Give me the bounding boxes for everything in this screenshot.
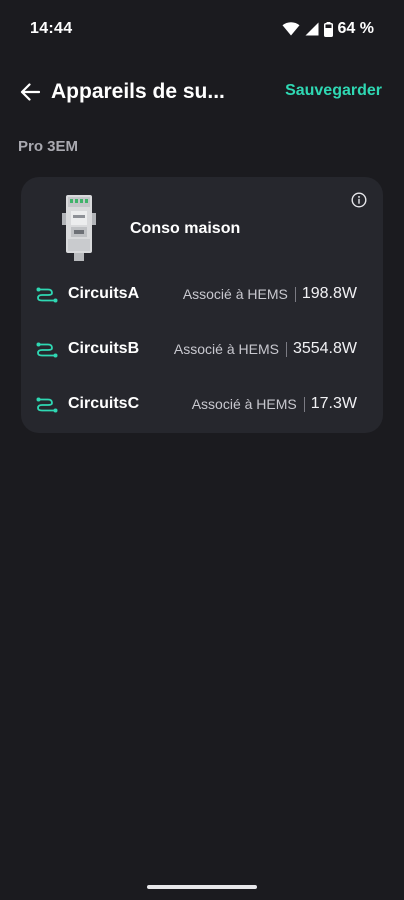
divider: [294, 286, 296, 302]
battery-icon: [323, 21, 333, 37]
signal-icon: [305, 22, 319, 36]
circuit-status: Associé à HEMS: [173, 341, 279, 357]
app-bar: Appareils de su... Sauvegarder: [0, 72, 404, 112]
circuit-name: CircuitsC: [68, 395, 140, 412]
circuit-name: CircuitsB: [68, 340, 140, 357]
save-button[interactable]: Sauvegarder: [285, 82, 382, 100]
home-indicator[interactable]: [147, 885, 257, 889]
device-image: [62, 195, 96, 261]
status-time: 14:44: [30, 20, 73, 37]
status-bar: 14:44 64 %: [0, 0, 404, 60]
device-card: Conso maison CircuitsA Associé à HEMS 19…: [21, 177, 383, 433]
circuit-name: CircuitsA: [68, 285, 140, 302]
divider: [303, 396, 305, 412]
circuit-row-a[interactable]: CircuitsA Associé à HEMS 198.8W: [21, 280, 383, 310]
circuit-status: Associé à HEMS: [182, 286, 288, 302]
battery-percentage: 64 %: [337, 20, 374, 37]
circuit-row-b[interactable]: CircuitsB Associé à HEMS 3554.8W: [21, 335, 383, 365]
circuit-meta: Associé à HEMS 198.8W: [183, 285, 357, 303]
section-label: Pro 3EM: [18, 138, 79, 155]
circuit-status: Associé à HEMS: [191, 396, 297, 412]
page-title: Appareils de su...: [51, 80, 225, 103]
status-icons: 64 %: [282, 20, 374, 38]
circuit-power: 17.3W: [310, 395, 357, 412]
arrow-left-icon: [20, 83, 40, 101]
circuit-power: 3554.8W: [292, 340, 357, 357]
circuit-icon: [36, 397, 58, 413]
info-icon[interactable]: [351, 192, 367, 208]
back-button[interactable]: [16, 78, 44, 106]
circuit-meta: Associé à HEMS 3554.8W: [174, 340, 357, 358]
circuit-meta: Associé à HEMS 17.3W: [192, 395, 357, 413]
circuit-row-c[interactable]: CircuitsC Associé à HEMS 17.3W: [21, 390, 383, 420]
wifi-icon: [282, 22, 300, 36]
circuit-icon: [36, 342, 58, 358]
divider: [285, 341, 287, 357]
device-name: Conso maison: [130, 220, 241, 237]
circuit-power: 198.8W: [301, 285, 357, 302]
circuit-icon: [36, 287, 58, 303]
